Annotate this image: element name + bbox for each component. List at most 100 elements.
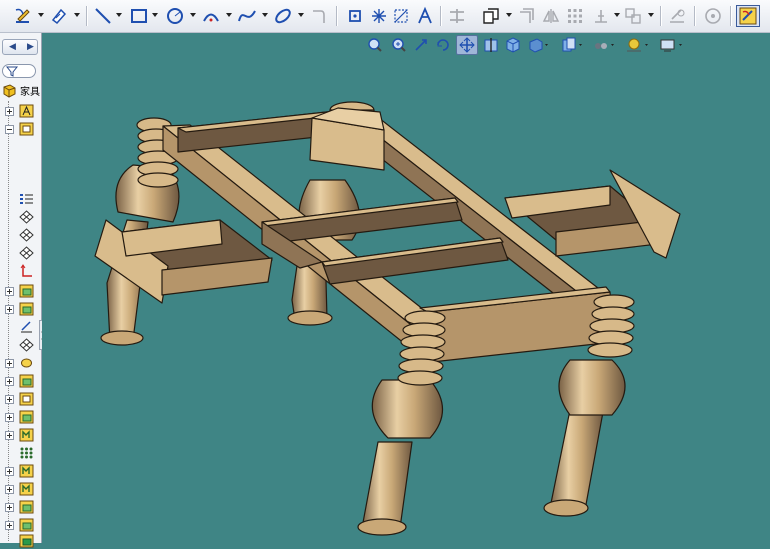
view-settings-button[interactable] <box>658 35 686 55</box>
tree-revolve[interactable] <box>0 355 42 371</box>
fillet-button[interactable] <box>308 5 330 27</box>
frame-beam-front[interactable] <box>427 291 615 363</box>
expand-icon[interactable] <box>5 395 14 404</box>
expand-icon[interactable] <box>5 413 14 422</box>
display-style-button[interactable] <box>526 35 552 55</box>
hide-show-items-icon <box>562 37 582 52</box>
tree-annotations[interactable] <box>0 103 42 119</box>
tree-boss-extrude-2[interactable] <box>0 301 42 317</box>
tree-mirror-3[interactable] <box>0 481 42 497</box>
revolve-icon <box>21 358 32 368</box>
point-button[interactable] <box>344 5 366 27</box>
tree-right-plane[interactable] <box>0 245 42 261</box>
zoom-to-area-button[interactable] <box>390 35 408 55</box>
sketch-text-button[interactable] <box>414 5 436 27</box>
arc-caret-icon[interactable] <box>226 13 232 17</box>
graphics-area[interactable] <box>42 33 770 543</box>
zoom-to-fit-button[interactable] <box>366 35 384 55</box>
tree-front-plane[interactable] <box>0 209 42 225</box>
arrow-right-icon[interactable]: ▶ <box>27 40 34 54</box>
apply-scene-button[interactable] <box>624 35 652 55</box>
rotate-view-button[interactable] <box>434 35 452 55</box>
expand-icon[interactable] <box>5 377 14 386</box>
rectangle-button[interactable] <box>128 5 150 27</box>
cut-extrude-icon <box>19 392 34 406</box>
move-entities-icon <box>595 10 607 23</box>
move-entities-button[interactable] <box>590 5 612 27</box>
line-button[interactable] <box>92 5 114 27</box>
arc-button[interactable] <box>200 5 222 27</box>
construction-geometry-button[interactable] <box>390 5 412 27</box>
arrow-left-icon[interactable]: ◀ <box>9 40 16 54</box>
rectangle-caret-icon[interactable] <box>152 13 158 17</box>
tree-pattern[interactable] <box>0 445 42 461</box>
expand-icon[interactable] <box>5 485 14 494</box>
tree-sketch[interactable] <box>0 319 42 335</box>
quick-snaps-button[interactable] <box>702 5 724 27</box>
expand-icon[interactable] <box>5 431 14 440</box>
tree-boss-extrude-4[interactable] <box>0 409 42 425</box>
tree-material[interactable] <box>0 121 42 137</box>
sketch-caret-icon[interactable] <box>38 13 44 17</box>
pan-button[interactable] <box>456 35 478 55</box>
section-view-button[interactable] <box>482 35 500 55</box>
expand-icon[interactable] <box>5 305 14 314</box>
tree-nav-arrows[interactable]: ◀ ▶ <box>2 39 38 55</box>
tree-cut-extrude[interactable] <box>0 391 42 407</box>
tree-boss-extrude-7[interactable] <box>0 533 42 549</box>
ellipse-button[interactable] <box>272 5 294 27</box>
move-entities-caret-icon[interactable] <box>614 13 620 17</box>
tree-mirror-2[interactable] <box>0 463 42 479</box>
expand-icon[interactable] <box>5 503 14 512</box>
tree-filter-input[interactable] <box>2 64 36 78</box>
plane-icon <box>19 210 34 224</box>
smart-dimension-caret-icon[interactable] <box>74 13 80 17</box>
tree-equations[interactable] <box>0 191 42 207</box>
tree-boss-extrude-5[interactable] <box>0 499 42 515</box>
repair-sketch-button[interactable] <box>666 5 688 27</box>
spline-button[interactable] <box>236 5 258 27</box>
tree-boss-extrude-1[interactable] <box>0 283 42 299</box>
display-relations-icon <box>625 8 641 24</box>
tree-origin[interactable] <box>0 263 42 279</box>
smart-dimension-button[interactable] <box>48 5 70 27</box>
ellipse-caret-icon[interactable] <box>298 13 304 17</box>
furniture-leg[interactable] <box>357 310 446 536</box>
tree-boss-extrude-6[interactable] <box>0 517 42 533</box>
circle-button[interactable] <box>164 5 186 27</box>
furniture-model[interactable] <box>42 33 770 543</box>
circle-caret-icon[interactable] <box>190 13 196 17</box>
expand-icon[interactable] <box>5 467 14 476</box>
convert-entities-caret-icon[interactable] <box>506 13 512 17</box>
trim-button[interactable] <box>446 5 468 27</box>
tree-root-part[interactable]: 家具 <box>0 83 42 99</box>
apply-scene-icon <box>627 38 648 52</box>
collapse-icon[interactable] <box>5 125 14 134</box>
mirror-button[interactable] <box>540 5 562 27</box>
construction-geometry-icon <box>394 9 408 23</box>
tree-mirror-1[interactable] <box>0 427 42 443</box>
convert-entities-button[interactable] <box>480 5 502 27</box>
exit-sketch-button[interactable] <box>736 5 760 27</box>
previous-view-button[interactable] <box>412 35 430 55</box>
offset-button[interactable] <box>516 5 538 27</box>
centerline-button[interactable] <box>368 5 390 27</box>
view-orientation-button[interactable] <box>504 35 522 55</box>
tree-top-plane[interactable] <box>0 227 42 243</box>
tree-plane[interactable] <box>0 337 42 353</box>
sketch-button[interactable] <box>12 5 34 27</box>
edit-appearance-button[interactable] <box>592 35 618 55</box>
line-caret-icon[interactable] <box>116 13 122 17</box>
spline-caret-icon[interactable] <box>262 13 268 17</box>
tree-boss-extrude-3[interactable] <box>0 373 42 389</box>
mirror-feature-icon <box>19 428 34 442</box>
expand-icon[interactable] <box>5 521 14 530</box>
expand-icon[interactable] <box>5 287 14 296</box>
expand-icon[interactable] <box>5 359 14 368</box>
hide-show-items-button[interactable] <box>560 35 586 55</box>
mirror-icon <box>542 9 560 23</box>
linear-pattern-button[interactable] <box>564 5 586 27</box>
expand-icon[interactable] <box>5 107 14 116</box>
display-relations-caret-icon[interactable] <box>648 13 654 17</box>
display-relations-button[interactable] <box>622 5 644 27</box>
